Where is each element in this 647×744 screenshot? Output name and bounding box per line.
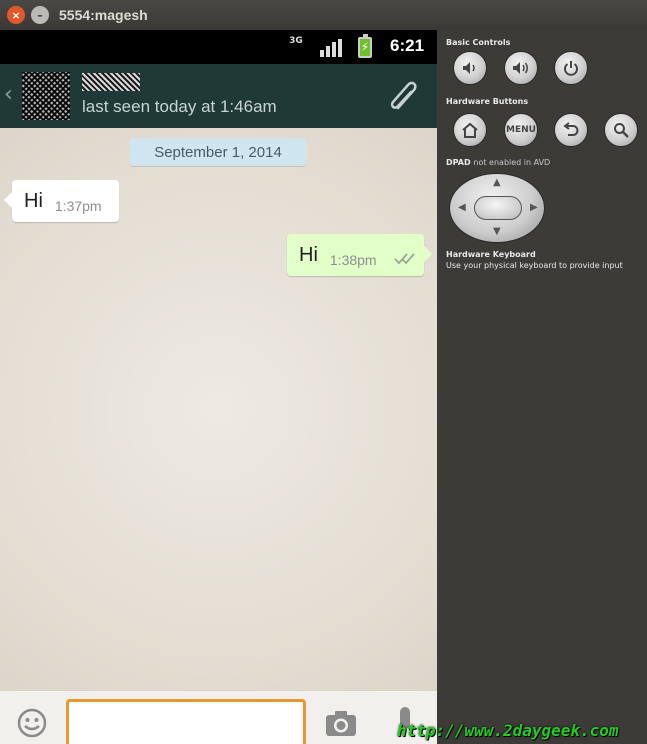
battery-charging-icon: ⚡ — [358, 34, 372, 58]
hardware-buttons-label: Hardware Buttons — [446, 97, 529, 106]
dpad-note: not enabled in AVD — [473, 158, 551, 167]
message-list[interactable]: September 1, 2014 Hi 1:37pm Hi 1:38pm — [0, 128, 437, 690]
menu-button[interactable]: MENU — [504, 113, 538, 147]
hardware-keyboard-note: Use your physical keyboard to provide in… — [446, 261, 623, 270]
incoming-message[interactable]: Hi 1:37pm — [4, 180, 119, 222]
signal-strength-icon — [320, 39, 342, 57]
message-input[interactable] — [66, 699, 306, 744]
home-button[interactable] — [453, 113, 487, 147]
message-time: 1:37pm — [54, 198, 102, 214]
search-button[interactable] — [604, 113, 638, 147]
close-window-button[interactable]: × — [7, 6, 25, 24]
emulator-controls-panel: Basic Controls Hardware Buttons MENU DPA… — [437, 30, 647, 744]
hardware-keyboard-label: Hardware Keyboard — [446, 250, 536, 259]
minimize-icon: – — [37, 8, 43, 22]
message-text: Hi — [299, 243, 318, 266]
date-divider: September 1, 2014 — [130, 138, 306, 166]
minimize-window-button[interactable]: – — [31, 6, 49, 24]
camera-icon[interactable] — [325, 709, 357, 737]
window-title: 5554:magesh — [59, 7, 148, 23]
home-icon — [462, 122, 478, 138]
paperclip-attach-icon[interactable] — [384, 78, 424, 114]
message-time: 1:38pm — [329, 252, 377, 268]
site-watermark: http://www.2daygeek.com — [397, 721, 619, 740]
dpad-center-button[interactable] — [474, 196, 522, 220]
emoji-icon[interactable] — [16, 707, 48, 739]
basic-controls-label: Basic Controls — [446, 38, 511, 47]
contact-name-redacted[interactable] — [82, 73, 140, 91]
close-icon: × — [11, 8, 21, 22]
message-text: Hi — [24, 189, 43, 212]
volume-down-button[interactable] — [453, 51, 487, 85]
chat-header: ‹ last seen today at 1:46am — [0, 64, 437, 128]
search-icon — [614, 123, 629, 138]
dpad-label: DPAD not enabled in AVD — [446, 158, 551, 167]
double-check-icon — [394, 253, 415, 265]
back-button[interactable] — [554, 113, 588, 147]
dpad-up-arrow-icon[interactable]: ▲ — [493, 177, 501, 188]
window-titlebar: × – 5554:magesh — [0, 0, 647, 30]
compose-bar — [0, 690, 437, 744]
status-bar: 3G ⚡ 6:21 — [0, 30, 437, 64]
back-arrow-icon — [563, 122, 579, 136]
network-type-indicator: 3G — [289, 36, 303, 46]
power-icon — [564, 61, 578, 76]
status-time: 6:21 — [390, 36, 425, 55]
menu-button-label: MENU — [506, 125, 536, 135]
back-chevron-icon[interactable]: ‹ — [4, 82, 13, 107]
phone-screen: 3G ⚡ 6:21 ‹ last seen today at 1:46am Se… — [0, 30, 437, 744]
volume-down-icon — [463, 62, 475, 74]
contact-avatar[interactable] — [22, 72, 70, 120]
volume-up-icon — [513, 62, 528, 74]
dpad-control[interactable]: ▲ ▼ ◀ ▶ — [449, 173, 545, 243]
power-button[interactable] — [554, 51, 588, 85]
volume-up-button[interactable] — [504, 51, 538, 85]
dpad-down-arrow-icon[interactable]: ▼ — [493, 226, 501, 237]
last-seen-status: last seen today at 1:46am — [82, 97, 277, 116]
dpad-left-arrow-icon[interactable]: ◀ — [458, 202, 466, 213]
dpad-right-arrow-icon[interactable]: ▶ — [530, 202, 538, 213]
outgoing-message[interactable]: Hi 1:38pm — [287, 234, 432, 276]
